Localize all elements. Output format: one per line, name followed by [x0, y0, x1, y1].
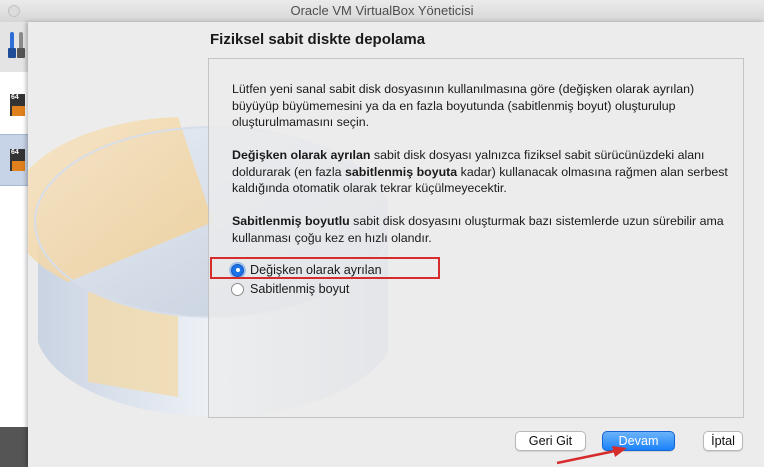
- background-preview-image: [0, 427, 28, 467]
- vm-list-item-selected[interactable]: 64: [0, 134, 28, 186]
- tools-icon[interactable]: [0, 22, 28, 72]
- cancel-button[interactable]: İptal: [703, 431, 743, 451]
- annotation-arrow-icon: [556, 446, 627, 465]
- vm-list: 64 64: [0, 72, 28, 467]
- vm-arch-badge: 64: [11, 94, 19, 101]
- fixed-size-term: sabitlenmiş boyuta: [344, 164, 458, 179]
- main-toolbar: [0, 22, 28, 73]
- option-fixed-radio[interactable]: Sabitlenmiş boyut: [231, 280, 349, 298]
- dynamic-term: Değişken olarak ayrılan: [232, 148, 371, 162]
- content-panel: Lütfen yeni sanal sabit disk dosyasının …: [208, 58, 744, 418]
- vm-list-item[interactable]: 64: [0, 80, 28, 130]
- window-titlebar: Oracle VM VirtualBox Yöneticisi: [0, 0, 764, 23]
- vm-arch-badge: 64: [11, 149, 19, 156]
- create-disk-dialog: Fiziksel sabit diskte depolama Lütfen ye…: [28, 22, 764, 467]
- option-fixed-label: Sabitlenmiş boyut: [250, 282, 350, 296]
- annotation-highlight-box: [210, 257, 440, 279]
- window-title: Oracle VM VirtualBox Yöneticisi: [290, 3, 474, 18]
- page-title: Fiziksel sabit diskte depolama: [210, 31, 426, 48]
- radio-unchecked-icon[interactable]: [231, 282, 244, 296]
- fixed-term: Sabitlenmiş boyutlu: [232, 214, 350, 228]
- intro-text: Lütfen yeni sanal sabit disk dosyasının …: [232, 82, 695, 129]
- fixed-description: Sabitlenmiş boyutlu sabit disk dosyasını…: [232, 213, 732, 246]
- dynamic-description: Değişken olarak ayrılan sabit disk dosya…: [232, 147, 732, 197]
